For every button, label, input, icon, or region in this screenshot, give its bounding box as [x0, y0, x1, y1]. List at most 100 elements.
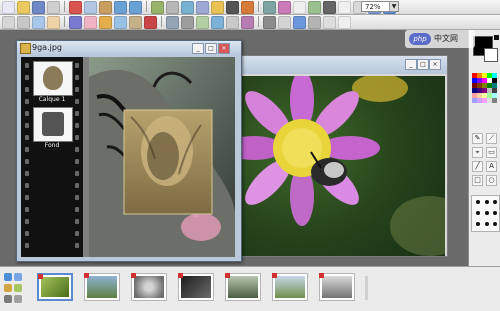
- browser-icon[interactable]: [4, 273, 12, 281]
- color-grid[interactable]: [472, 73, 498, 103]
- flip-icon[interactable]: [196, 1, 209, 14]
- view-tool-icon[interactable]: [263, 16, 276, 29]
- brush-size-option[interactable]: [493, 200, 497, 204]
- layer-thumbnail[interactable]: [33, 61, 73, 96]
- smudge-tool-icon[interactable]: [196, 16, 209, 29]
- window-titlebar[interactable]: _ □ ×: [237, 56, 447, 74]
- cut-icon[interactable]: [69, 1, 82, 14]
- maximize-icon[interactable]: □: [417, 59, 429, 70]
- zoom-tool-icon[interactable]: [32, 16, 45, 29]
- minimize-icon[interactable]: _: [405, 59, 417, 70]
- thumbnail-marker-icon: [178, 273, 183, 278]
- layer-icon[interactable]: [308, 1, 321, 14]
- save-icon[interactable]: [32, 1, 45, 14]
- minimize-icon[interactable]: _: [192, 43, 204, 54]
- eraser-tool-icon[interactable]: [84, 16, 97, 29]
- settings-tool-icon[interactable]: [308, 16, 321, 29]
- text-tool-icon[interactable]: A: [486, 161, 497, 172]
- zoom-select[interactable]: 72% ▼: [361, 1, 399, 12]
- crop-icon[interactable]: [151, 1, 164, 14]
- close-icon[interactable]: ×: [429, 59, 441, 70]
- rotate-icon[interactable]: [181, 1, 194, 14]
- brightness-icon[interactable]: [211, 1, 224, 14]
- film-perforation: [25, 123, 29, 128]
- effect-icon[interactable]: [278, 1, 291, 14]
- window-titlebar[interactable]: 9ga.jpg _ □ ×: [17, 41, 241, 55]
- mask-icon[interactable]: [323, 1, 336, 14]
- flower-image[interactable]: [240, 76, 445, 256]
- select-tool-icon[interactable]: [2, 16, 15, 29]
- picker-tool-icon[interactable]: [241, 16, 254, 29]
- filter-icon[interactable]: [4, 284, 12, 292]
- move-tool-icon[interactable]: [17, 16, 30, 29]
- thumbnail-item[interactable]: [272, 273, 308, 301]
- sharpen-tool-icon[interactable]: [181, 16, 194, 29]
- color-icon[interactable]: [241, 1, 254, 14]
- copy-icon[interactable]: [84, 1, 97, 14]
- filter-icon[interactable]: [263, 1, 276, 14]
- new-file-icon[interactable]: [2, 1, 15, 14]
- image-canvas[interactable]: [89, 57, 235, 257]
- hand-tool-icon[interactable]: [47, 16, 60, 29]
- ellipse-tool-icon[interactable]: ○: [486, 175, 497, 186]
- image-window-jpg[interactable]: 9ga.jpg _ □ × Calque 1 Fond: [16, 40, 242, 262]
- brush-size-option[interactable]: [476, 222, 480, 226]
- text-icon[interactable]: [293, 1, 306, 14]
- layer-thumbnail-content: [42, 112, 64, 136]
- eyedropper-tool-icon[interactable]: ⌖: [472, 147, 483, 158]
- sort-icon[interactable]: [14, 284, 22, 292]
- ruler-tool-icon[interactable]: [323, 16, 336, 29]
- close-icon[interactable]: ×: [218, 43, 230, 54]
- scroll-indicator[interactable]: [365, 276, 368, 300]
- maximize-icon[interactable]: □: [205, 43, 217, 54]
- brush-size-option[interactable]: [485, 200, 489, 204]
- blur-tool-icon[interactable]: [166, 16, 179, 29]
- redo-icon[interactable]: [129, 1, 142, 14]
- brush-tool-icon[interactable]: [69, 16, 82, 29]
- rectangle-tool-icon[interactable]: □: [472, 175, 483, 186]
- chevron-down-icon[interactable]: ▼: [389, 2, 398, 11]
- thumbnail-item[interactable]: [178, 273, 214, 301]
- thumbnail-item[interactable]: [225, 273, 261, 301]
- line-tool-icon[interactable]: [226, 16, 239, 29]
- brush-size-option[interactable]: [493, 222, 497, 226]
- view-icon[interactable]: [4, 295, 12, 303]
- thumbnail-item[interactable]: [319, 273, 355, 301]
- paste-icon[interactable]: [99, 1, 112, 14]
- resize-icon[interactable]: [166, 1, 179, 14]
- fill-tool-icon[interactable]: [99, 16, 112, 29]
- eraser-tool-icon[interactable]: ▭: [486, 147, 497, 158]
- layer-thumbnail[interactable]: [33, 107, 73, 142]
- image-window-flower[interactable]: _ □ ×: [236, 55, 448, 257]
- brush-tool-icon[interactable]: ⟋: [486, 133, 497, 144]
- line-tool-icon[interactable]: ╱: [472, 161, 483, 172]
- print-icon[interactable]: [47, 1, 60, 14]
- thumbnail-item[interactable]: [84, 273, 120, 301]
- shape-tool-icon[interactable]: [211, 16, 224, 29]
- red-eye-tool-icon[interactable]: [144, 16, 157, 29]
- brush-size-option[interactable]: [485, 222, 489, 226]
- cat-composite-image: [89, 57, 235, 257]
- selection-icon[interactable]: [338, 1, 351, 14]
- film-perforation: [25, 243, 29, 248]
- pencil-tool-icon[interactable]: ✎: [472, 133, 483, 144]
- text-tool-icon[interactable]: [338, 16, 351, 29]
- contrast-icon[interactable]: [226, 1, 239, 14]
- brush-size-option[interactable]: [476, 211, 480, 215]
- brush-size-panel[interactable]: [471, 195, 500, 232]
- settings-icon[interactable]: [14, 295, 22, 303]
- clone-tool-icon[interactable]: [129, 16, 142, 29]
- thumbnail-item[interactable]: [131, 273, 167, 301]
- thumbnail-item[interactable]: [37, 273, 73, 301]
- swap-colors-icon[interactable]: [494, 35, 499, 40]
- brush-size-option[interactable]: [476, 200, 480, 204]
- window-tool-icon[interactable]: [278, 16, 291, 29]
- brush-size-option[interactable]: [493, 211, 497, 215]
- background-color-swatch[interactable]: [484, 48, 498, 62]
- gradient-tool-icon[interactable]: [114, 16, 127, 29]
- help-tool-icon[interactable]: [293, 16, 306, 29]
- undo-icon[interactable]: [114, 1, 127, 14]
- open-folder-icon[interactable]: [17, 1, 30, 14]
- brush-size-option[interactable]: [485, 211, 489, 215]
- folder-icon[interactable]: [14, 273, 22, 281]
